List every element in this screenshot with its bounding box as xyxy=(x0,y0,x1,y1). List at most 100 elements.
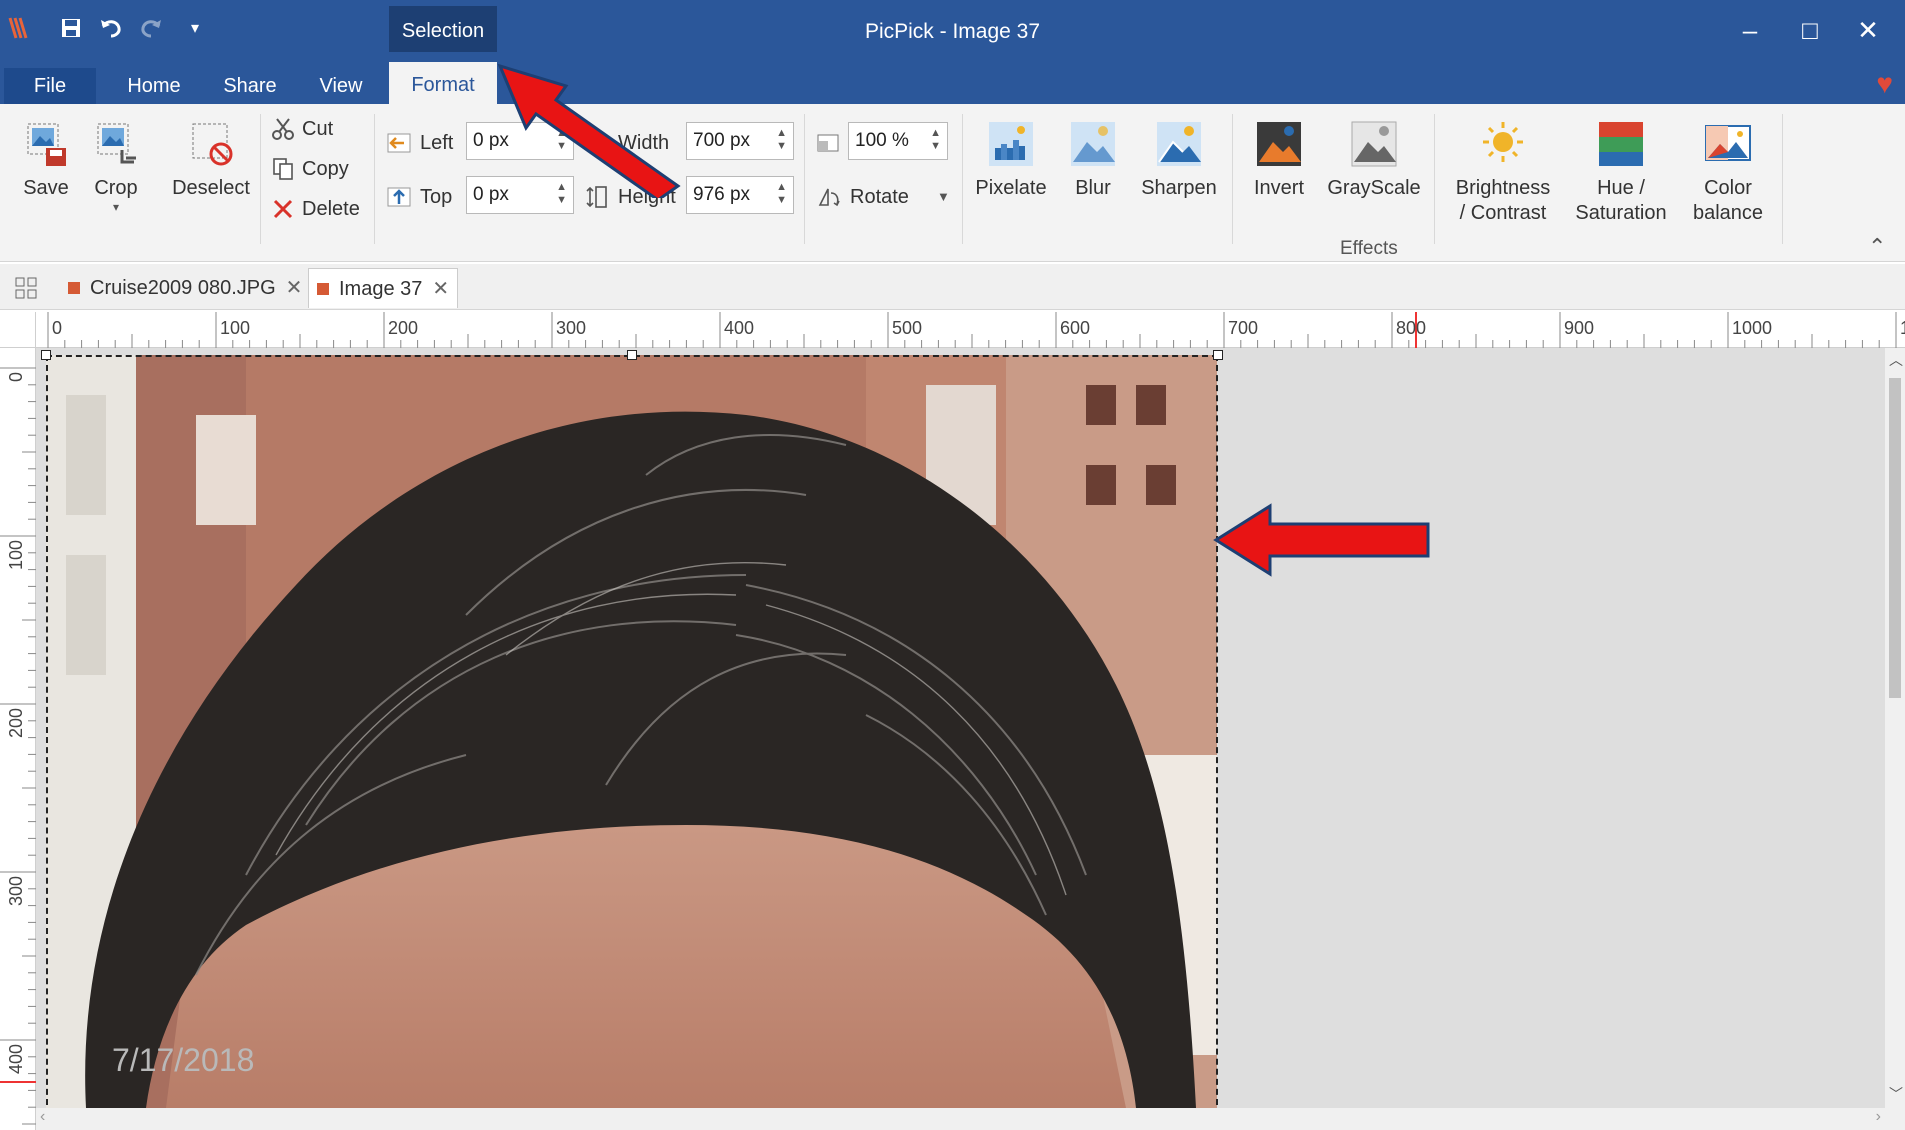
cut-button[interactable]: Cut xyxy=(272,114,333,144)
vertical-scrollbar[interactable]: ︿ ﹀ xyxy=(1885,348,1905,1108)
rotate-dropdown-icon[interactable]: ▼ xyxy=(937,182,950,212)
doc-tab-label: Image 37 xyxy=(339,277,423,300)
zoom-spinner-icon[interactable]: ▲ ▼ xyxy=(930,127,941,153)
ruler-label: 100 xyxy=(220,318,250,338)
title-bar: ▾ Selection PicPick - Image 37 – □ ✕ xyxy=(0,0,1905,104)
save-icon[interactable] xyxy=(56,14,86,42)
collapse-ribbon-icon[interactable]: ⌃ xyxy=(1868,234,1886,260)
height-value: 976 px xyxy=(693,184,751,205)
color-balance-label-2: balance xyxy=(1692,202,1764,224)
rotate-label: Rotate xyxy=(850,186,909,208)
color-balance-button[interactable]: Color balance xyxy=(1682,118,1774,226)
align-left-icon xyxy=(387,133,411,153)
pixelate-button[interactable]: Pixelate xyxy=(972,118,1050,201)
ribbon-separator xyxy=(1782,114,1783,244)
image-canvas[interactable] xyxy=(36,348,1885,1108)
left-label-group: Left xyxy=(386,128,453,158)
close-icon: ✕ xyxy=(1857,14,1879,45)
selection-context-label: Selection xyxy=(401,20,485,42)
rotate-icon xyxy=(818,188,840,207)
grayscale-icon xyxy=(1351,121,1397,167)
width-spinner-icon[interactable]: ▲ ▼ xyxy=(776,127,787,153)
height-input[interactable]: 976 px ▲ ▼ xyxy=(686,176,794,214)
doc-tab-label: Cruise2009 080.JPG xyxy=(90,277,276,299)
redo-icon[interactable] xyxy=(136,14,166,42)
deselect-button[interactable]: Deselect xyxy=(168,118,254,201)
crop-label: Crop xyxy=(94,177,138,199)
width-input[interactable]: 700 px ▲ ▼ xyxy=(686,122,794,160)
grid-view-icon[interactable] xyxy=(14,268,44,308)
scroll-left-icon[interactable]: ‹ xyxy=(40,1108,45,1126)
grayscale-label: GrayScale xyxy=(1327,177,1421,199)
height-spinner-icon[interactable]: ▲ ▼ xyxy=(776,181,787,207)
scroll-up-icon[interactable]: ︿ xyxy=(1889,350,1903,370)
selection-handle[interactable] xyxy=(1213,350,1223,360)
blur-label: Blur xyxy=(1075,177,1111,199)
undo-icon[interactable] xyxy=(96,14,126,42)
vertical-scroll-thumb[interactable] xyxy=(1889,378,1901,698)
ruler-label: 800 xyxy=(1396,318,1426,338)
grayscale-button[interactable]: GrayScale xyxy=(1326,118,1422,201)
scroll-down-icon[interactable]: ﹀ xyxy=(1889,1084,1903,1104)
copy-icon xyxy=(273,158,293,180)
hue-saturation-button[interactable]: Hue / Saturation xyxy=(1570,118,1672,226)
hue-label-1: Hue / xyxy=(1597,177,1645,199)
ruler-label: 600 xyxy=(1060,318,1090,338)
heart-icon[interactable]: ♥ xyxy=(1876,68,1893,100)
ruler-label: 200 xyxy=(6,708,26,738)
image-doc-icon xyxy=(317,282,329,295)
selection-handle[interactable] xyxy=(627,350,637,360)
maximize-icon: □ xyxy=(1802,14,1818,45)
horizontal-ruler-ticks: 0 100 200 300 400 500 600 700 800 900 1000 1 xyxy=(47,312,1905,348)
tab-file[interactable]: File xyxy=(4,68,96,104)
save-selection-icon xyxy=(27,123,66,166)
horizontal-scrollbar[interactable]: ‹ › xyxy=(36,1108,1905,1130)
invert-button[interactable]: Invert xyxy=(1242,118,1316,201)
sun-icon xyxy=(1483,122,1523,162)
maximize-button[interactable]: □ xyxy=(1782,10,1838,50)
delete-button[interactable]: Delete xyxy=(272,194,360,224)
rotate-button[interactable]: Rotate ▼ xyxy=(816,182,950,212)
sharpen-label: Sharpen xyxy=(1141,177,1217,199)
selection-rectangle[interactable] xyxy=(46,355,1218,1108)
customize-quick-access-icon[interactable]: ▾ xyxy=(180,14,210,42)
ribbon-separator xyxy=(962,114,963,244)
save-button[interactable]: Save xyxy=(14,118,78,201)
annotation-arrow-format xyxy=(497,63,681,198)
ruler-label: 1 xyxy=(1900,318,1905,338)
ruler-label: 700 xyxy=(1228,318,1258,338)
blur-icon xyxy=(1071,122,1115,166)
zoom-icon-wrap xyxy=(816,128,840,158)
ruler-label: 900 xyxy=(1564,318,1594,338)
delete-label: Delete xyxy=(302,198,360,220)
blur-button[interactable]: Blur xyxy=(1060,118,1126,201)
vertical-ruler-ticks: 0 100 200 300 400 xyxy=(0,367,36,1125)
resize-icon xyxy=(817,134,839,152)
brightness-label-2: / Contrast xyxy=(1459,202,1547,224)
image-doc-icon xyxy=(68,282,80,294)
color-balance-icon xyxy=(1705,125,1751,161)
doc-tab-image37[interactable]: Image 37 ✕ xyxy=(308,268,459,309)
tab-home[interactable]: Home xyxy=(112,68,196,104)
tab-share[interactable]: Share xyxy=(212,68,288,104)
brightness-contrast-button[interactable]: Brightness / Contrast xyxy=(1446,118,1560,226)
ribbon-separator xyxy=(260,114,261,244)
close-tab-icon[interactable]: ✕ xyxy=(432,269,449,309)
sharpen-button[interactable]: Sharpen xyxy=(1136,118,1222,201)
crop-button[interactable]: Crop ▾ xyxy=(86,118,146,213)
ruler-label: 1000 xyxy=(1732,318,1772,338)
close-button[interactable]: ✕ xyxy=(1840,10,1896,50)
tab-view[interactable]: View xyxy=(302,68,380,104)
copy-button[interactable]: Copy xyxy=(272,154,349,184)
close-tab-icon[interactable]: ✕ xyxy=(286,268,303,308)
deselect-icon xyxy=(192,123,233,166)
tab-format[interactable]: Format xyxy=(389,62,497,104)
minimize-button[interactable]: – xyxy=(1722,10,1778,50)
logo-icon[interactable] xyxy=(6,14,36,42)
zoom-input[interactable]: 100 % ▲ ▼ xyxy=(848,122,948,160)
align-top-icon xyxy=(387,187,411,207)
selection-handle[interactable] xyxy=(41,350,51,360)
doc-tab-cruise[interactable]: Cruise2009 080.JPG ✕ xyxy=(60,268,310,308)
sharpen-icon xyxy=(1157,122,1201,166)
scroll-right-icon[interactable]: › xyxy=(1876,1108,1881,1126)
